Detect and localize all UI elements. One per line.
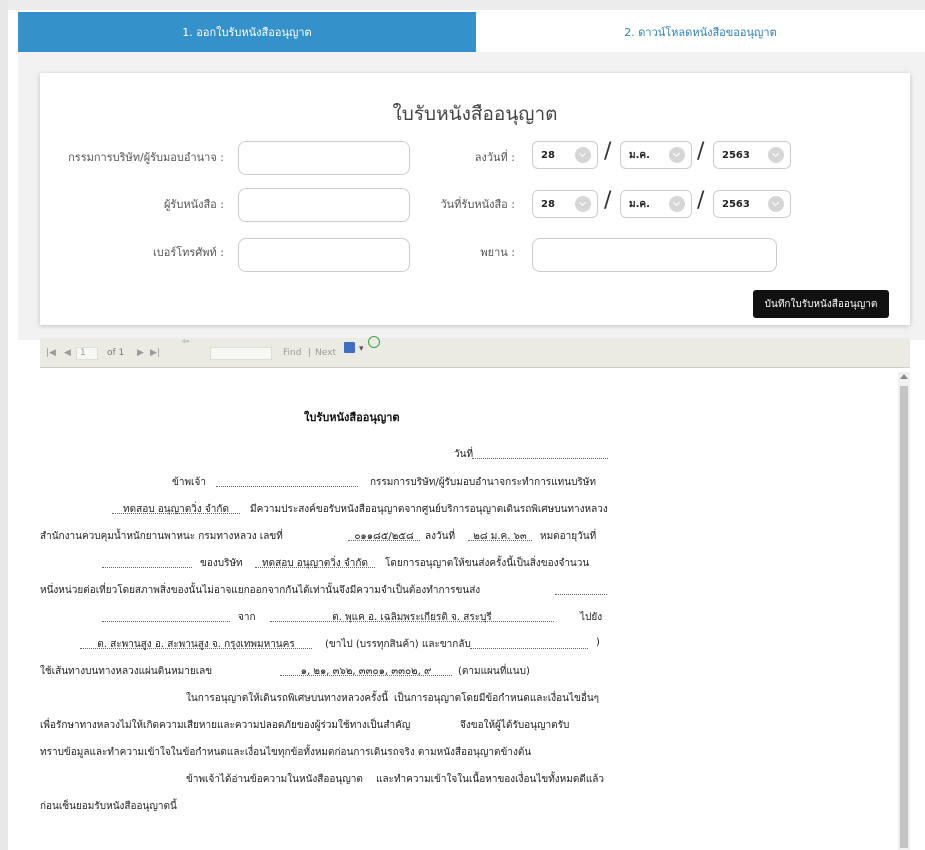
- chevron-down-icon: [669, 196, 685, 212]
- report-line: หนึ่งหน่วยต่อเที่ยวโดยสภาพสิ่งของนั้นไม่…: [40, 585, 481, 596]
- report-title: ใบรับหนังสืออนุญาต: [304, 411, 400, 424]
- witness-input[interactable]: [532, 238, 777, 272]
- chevron-down-icon: [768, 147, 784, 163]
- date-label: วันที่: [454, 449, 474, 460]
- save-icon[interactable]: [344, 342, 355, 353]
- date-blank: [472, 447, 608, 459]
- tab-download-permit-label: 2. ดาวน์โหลดหนังสือขออนุญาต: [624, 26, 777, 39]
- receipt-form: ใบรับหนังสืออนุญาต กรรมการบริษัท/ผู้รับม…: [40, 73, 910, 325]
- date-separator: /: [604, 188, 612, 213]
- report-toolbar: |◀ ◀ 1 of 1 ▶ ▶| ⇦ Find | Next ▾: [40, 336, 910, 368]
- report-line: เป็นการอนุญาตโดยมีข้อกำหนดและเงื่อนไขอื่…: [394, 693, 600, 704]
- received-year-select[interactable]: 2563: [713, 190, 791, 218]
- signed-year-select[interactable]: 2563: [713, 141, 791, 169]
- report-line: กรรมการบริษัท/ผู้รับมอบอำนาจกระทำการแทนบ…: [370, 477, 596, 488]
- quantity-blank: [555, 583, 607, 595]
- chevron-down-icon: [768, 196, 784, 212]
- return-blank: [470, 637, 588, 649]
- report-scrollbar[interactable]: [898, 372, 910, 850]
- signed-month-value: ม.ค.: [629, 149, 650, 161]
- received-date-label: วันที่รับหนังสือ :: [440, 198, 515, 211]
- back-icon[interactable]: ⇦: [182, 337, 190, 347]
- first-page-icon[interactable]: |◀: [46, 348, 56, 358]
- toolbar-separator: |: [308, 348, 312, 358]
- signed-date-label: ลงวันที่ :: [474, 151, 515, 164]
- tab-issue-receipt-label: 1. ออกใบรับหนังสืออนุญาต: [182, 26, 312, 39]
- page-count: of 1: [107, 348, 125, 358]
- permit-number: ๐๑๑๘๕/๒๕๘: [348, 529, 420, 542]
- received-month-select[interactable]: ม.ค.: [620, 190, 692, 218]
- report-line: ในการอนุญาตให้เดินรถพิเศษบนทางหลวงครั้งน…: [186, 693, 389, 704]
- receiver-label: ผู้รับหนังสือ :: [163, 198, 224, 211]
- report-line: จาก: [238, 612, 256, 623]
- phone-label: เบอร์โทรศัพท์ :: [152, 246, 224, 259]
- chevron-down-icon: [669, 147, 685, 163]
- tab-download-permit[interactable]: 2. ดาวน์โหลดหนังสือขออนุญาต: [476, 12, 925, 52]
- report-line: (ขาไป (บรรทุกสินค้า) และขากลับ: [325, 639, 471, 650]
- received-day-value: 28: [541, 198, 555, 210]
- report-line: หมดอายุวันที่: [540, 531, 597, 542]
- received-month-value: ม.ค.: [629, 198, 650, 210]
- report-line: ข้าพเจ้าได้อ่านข้อความในหนังสืออนุญาต: [186, 774, 363, 785]
- date-separator: /: [697, 139, 705, 164]
- report-line: จึงขอให้ผู้ได้รับอนุญาตรับ: [460, 720, 570, 731]
- refresh-icon[interactable]: [368, 336, 380, 348]
- route-numbers: ๑, ๒๑, ๓๖๒, ๓๓๐๑, ๓๓๐๒, ๙: [280, 664, 452, 677]
- company-name: ทดสอบ อนุญาตวิ่ง จำกัด: [112, 502, 240, 515]
- report-line: ใช้เส้นทางบนทางหลวงแผ่นดินหมายเลข: [40, 666, 213, 677]
- report-line: ): [596, 637, 600, 648]
- report-line: (ตามแผนที่แนบ): [458, 666, 530, 677]
- page-number-value: 1: [80, 348, 86, 358]
- report-line: มีความประสงค์ขอรับหนังสืออนุญาตจากศูนย์บ…: [250, 504, 608, 515]
- save-receipt-button[interactable]: บันทึกใบรับหนังสืออนุญาต: [753, 290, 889, 318]
- report-line: ข้าพเจ้า: [172, 477, 206, 488]
- report-line: ของบริษัท: [200, 558, 243, 569]
- signed-day-value: 28: [541, 149, 555, 161]
- permit-date: ๒๘ ม.ค. ๖๓: [468, 529, 532, 542]
- find-link[interactable]: Find: [283, 348, 301, 358]
- scrollbar-thumb[interactable]: [900, 386, 908, 848]
- top-strip: [0, 0, 925, 10]
- director-label: กรรมการบริษัท/ผู้รับมอบอำนาจ :: [68, 151, 224, 164]
- find-input[interactable]: [210, 347, 272, 360]
- director-input[interactable]: [238, 141, 410, 175]
- origin-place: ต. พุแค อ. เฉลิมพระเกียรติ จ. สระบุรี: [270, 610, 554, 623]
- report-line: ลงวันที่: [425, 531, 456, 542]
- destination-place: ต. สะพานสูง อ. สะพานสูง จ. กรุงเทพมหานคร: [80, 637, 312, 650]
- date-separator: /: [604, 139, 612, 164]
- received-year-value: 2563: [722, 198, 750, 210]
- left-strip: [0, 0, 8, 850]
- next-link[interactable]: Next: [315, 348, 336, 358]
- chevron-down-icon: [575, 196, 591, 212]
- received-day-select[interactable]: 28: [532, 190, 598, 218]
- report-page: ใบรับหนังสืออนุญาต วันที่ ข้าพเจ้า กรรมก…: [40, 370, 910, 850]
- report-line: ก่อนเซ็นยอมรับหนังสืออนุญาตนี้: [40, 801, 177, 812]
- report-line: สำนักงานควบคุมน้ำหนักยานพาหนะ กรมทางหลวง…: [40, 531, 283, 542]
- form-title: ใบรับหนังสืออนุญาต: [392, 103, 558, 125]
- phone-input[interactable]: [238, 238, 410, 272]
- report-line: ไปยัง: [580, 612, 603, 623]
- next-page-icon[interactable]: ▶: [137, 348, 144, 358]
- expiry-blank: [102, 556, 192, 568]
- name-blank: [216, 475, 358, 487]
- signed-year-value: 2563: [722, 149, 750, 161]
- report-line: ทราบข้อมูลและทำความเข้าใจในข้อกำหนดและเง…: [40, 747, 532, 758]
- last-page-icon[interactable]: ▶|: [150, 348, 160, 358]
- witness-label: พยาน :: [480, 246, 515, 259]
- company-name-2: ทดสอบ อนุญาตวิ่ง จำกัด: [255, 556, 375, 569]
- report-line: เพื่อรักษาทางหลวงไม่ให้เกิดความเสียหายแล…: [40, 720, 411, 731]
- report-line: โดยการอนุญาตให้ขนส่งครั้งนี้เป็นสิ่งของจ…: [385, 558, 590, 569]
- chevron-down-icon: [575, 147, 591, 163]
- date-separator: /: [697, 188, 705, 213]
- signed-day-select[interactable]: 28: [532, 141, 598, 169]
- export-dropdown-icon[interactable]: ▾: [359, 344, 364, 354]
- wizard-tabs: 1. ออกใบรับหนังสืออนุญาต 2. ดาวน์โหลดหนั…: [18, 12, 925, 52]
- report-line: และทำความเข้าใจในเนื้อหาของเงื่อนไขทั้งห…: [376, 774, 605, 785]
- receiver-input[interactable]: [238, 188, 410, 222]
- signed-month-select[interactable]: ม.ค.: [620, 141, 692, 169]
- blank: [102, 610, 230, 622]
- prev-page-icon[interactable]: ◀: [64, 348, 71, 358]
- tab-issue-receipt[interactable]: 1. ออกใบรับหนังสืออนุญาต: [18, 12, 476, 52]
- scroll-up-icon[interactable]: [900, 374, 908, 379]
